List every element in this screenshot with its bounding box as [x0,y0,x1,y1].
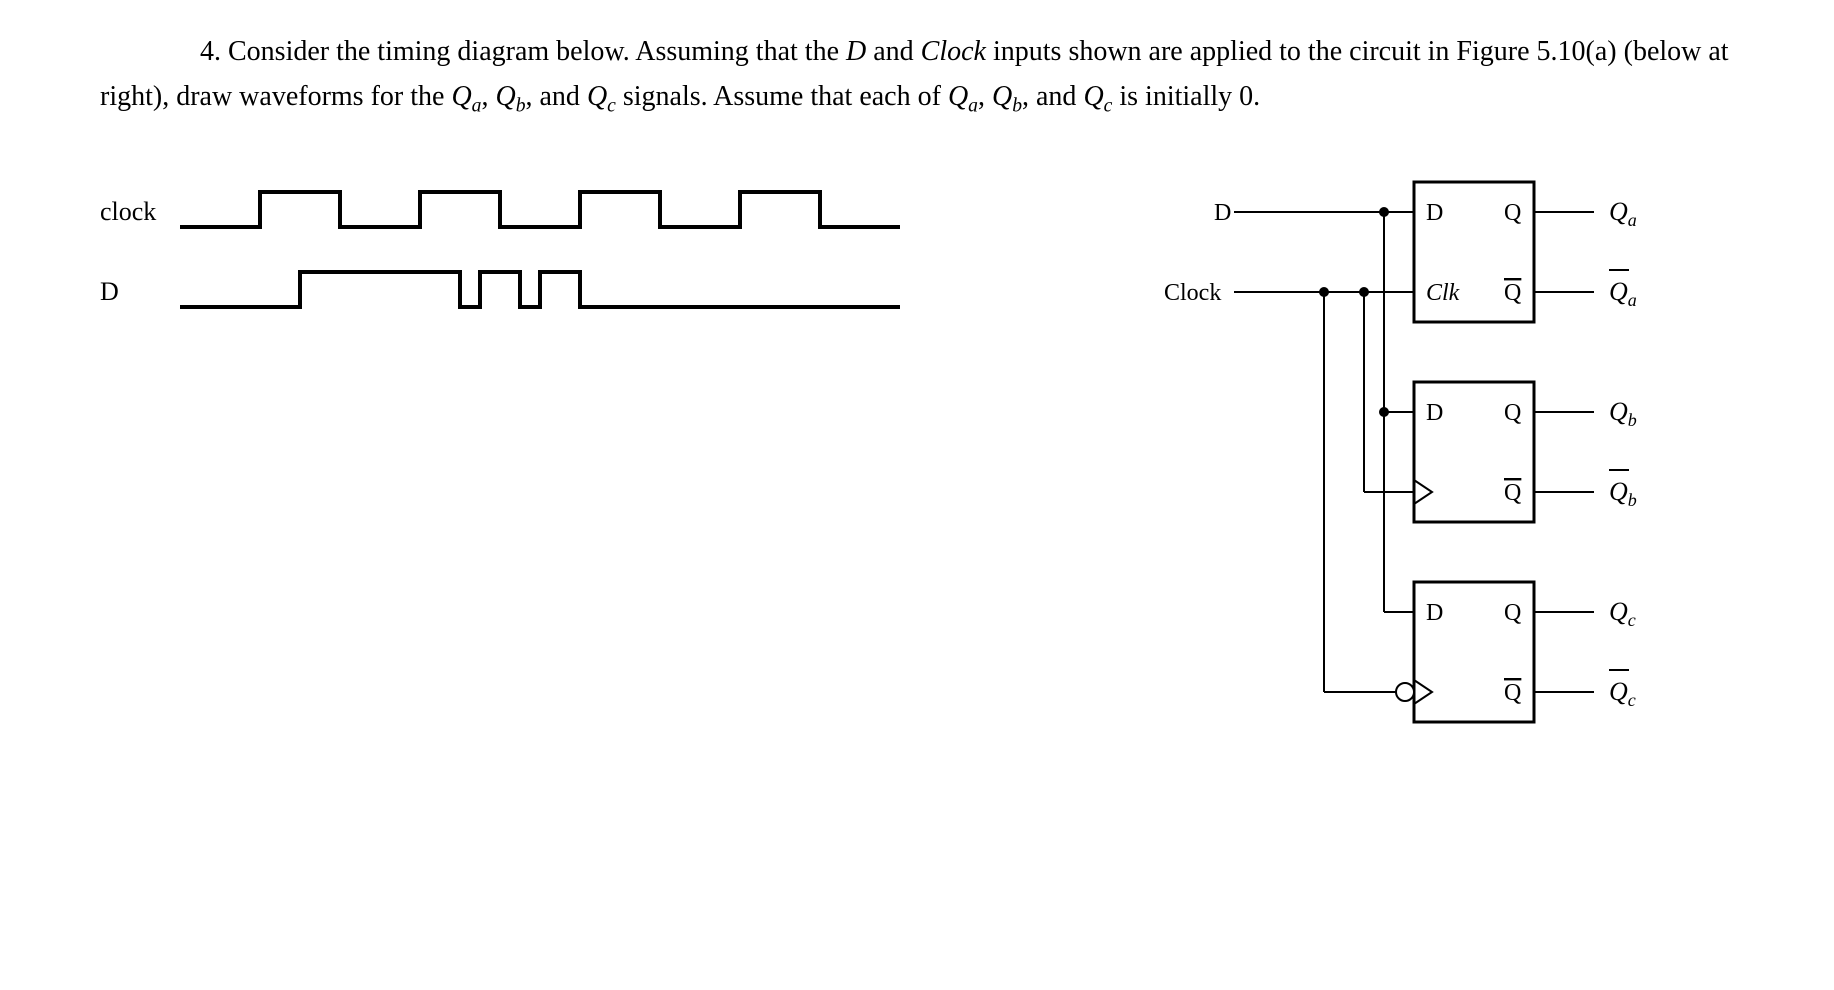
flipflop-b: D Q Q Qb Qb [1414,382,1637,522]
svg-text:Qc: Qc [1609,677,1636,710]
circuit-diagram: D Clock D Q Clk Q Qa Qa [1214,162,1734,770]
svg-text:Qa: Qa [1609,197,1637,230]
d-waveform [180,267,920,317]
svg-text:Q: Q [1504,480,1521,506]
svg-text:D: D [1426,200,1443,226]
svg-text:Q: Q [1504,400,1521,426]
clock-label: clock [100,197,180,227]
flipflop-a: D Q Clk Q Qa Qa [1414,182,1637,322]
svg-text:Q: Q [1504,280,1521,306]
svg-text:Clk: Clk [1426,280,1460,306]
flipflop-c: D Q Q Qc Qc [1396,582,1636,722]
svg-text:Q: Q [1504,200,1521,226]
d-label: D [100,277,180,307]
problem-statement: 4. Consider the timing diagram below. As… [100,30,1734,122]
svg-text:Qb: Qb [1609,397,1637,430]
svg-text:Qa: Qa [1609,277,1637,310]
svg-text:Qc: Qc [1609,597,1636,630]
svg-text:D: D [1426,400,1443,426]
problem-number: 4. [200,36,221,67]
svg-text:Q: Q [1504,680,1521,706]
clock-input-label: Clock [1164,280,1221,306]
svg-text:Qb: Qb [1609,477,1637,510]
svg-text:D: D [1426,600,1443,626]
timing-diagram: clock D [100,162,1154,770]
svg-text:Q: Q [1504,600,1521,626]
d-input-label: D [1214,200,1231,226]
clock-waveform [180,187,920,237]
